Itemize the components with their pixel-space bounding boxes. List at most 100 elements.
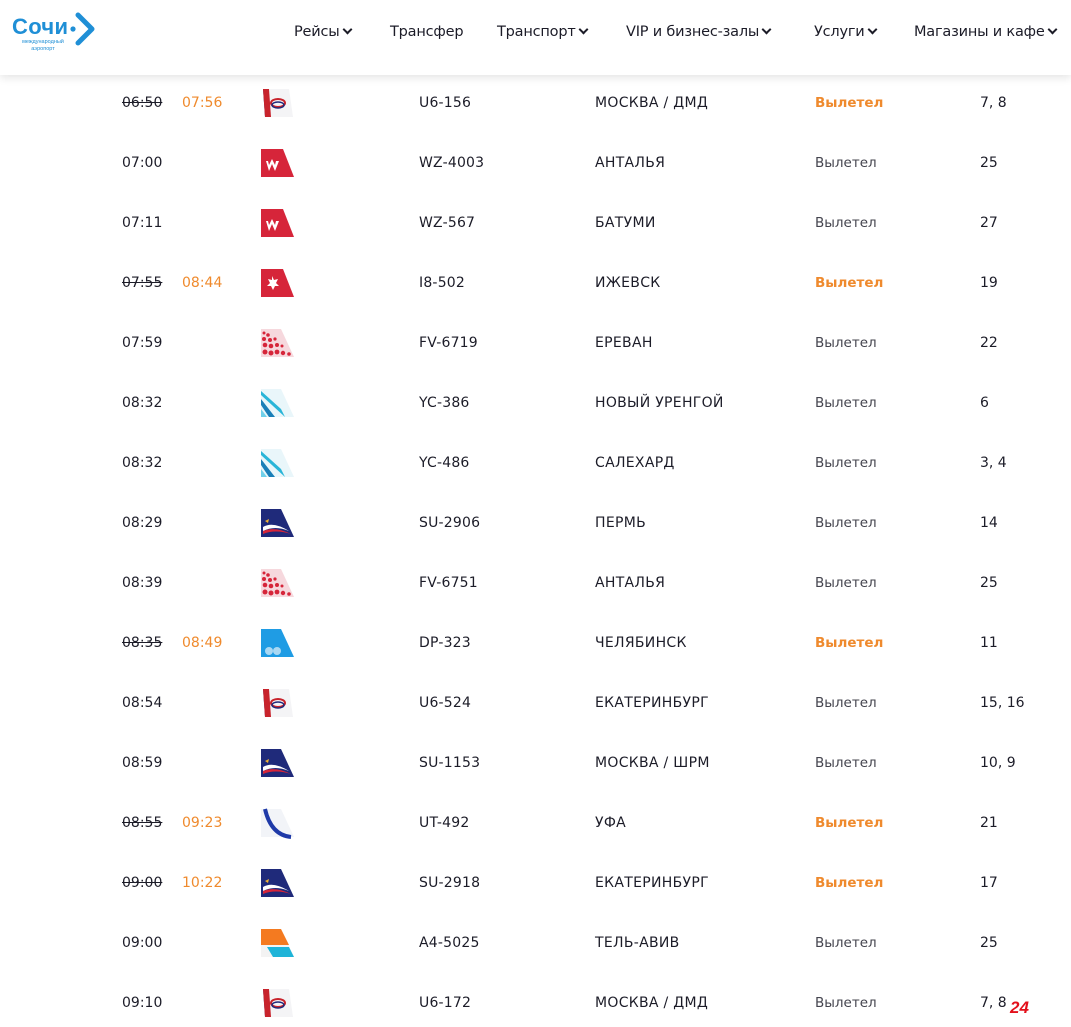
status-label: Вылетел xyxy=(815,695,877,711)
destination: АНТАЛЬЯ xyxy=(595,155,666,171)
flight-row[interactable]: 08:55 09:23 UT-492 УФА Вылетел 21 xyxy=(0,793,1071,853)
nav-item-0[interactable]: Рейсы xyxy=(294,24,352,40)
rossiya-tail-icon xyxy=(259,567,295,599)
flight-row[interactable]: 08:32 YC-486 САЛЕХАРД Вылетел 3, 4 xyxy=(0,433,1071,493)
status-label: Вылетел xyxy=(815,275,884,291)
gate-number: 21 xyxy=(980,815,998,831)
scheduled-time: 09:10 xyxy=(122,995,163,1011)
yamal-tail-icon xyxy=(259,447,295,479)
flight-row[interactable]: 08:54 U6-524 ЕКАТЕРИНБУРГ Вылетел 15, 16 xyxy=(0,673,1071,733)
status-label: Вылетел xyxy=(815,95,884,111)
flight-row[interactable]: 09:10 U6-172 МОСКВА / ДМД Вылетел 7, 8 xyxy=(0,973,1071,1027)
scheduled-time: 08:54 xyxy=(122,695,163,711)
azur-air-tail-icon xyxy=(259,927,295,959)
logo-wordmark: Сочи xyxy=(12,14,69,39)
yamal-tail-icon xyxy=(259,387,295,419)
status-label: Вылетел xyxy=(815,215,877,231)
flight-number: YC-386 xyxy=(419,395,470,411)
scheduled-time: 08:32 xyxy=(122,395,163,411)
scheduled-time: 09:00 xyxy=(122,875,163,891)
destination: МОСКВА / ДМД xyxy=(595,995,709,1011)
gate-number: 25 xyxy=(980,155,998,171)
status-label: Вылетел xyxy=(815,395,877,411)
status-label: Вылетел xyxy=(815,755,877,771)
gate-number: 7, 8 xyxy=(980,95,1007,111)
status-label: Вылетел xyxy=(815,455,877,471)
destination: МОСКВА / ДМД xyxy=(595,95,709,111)
nav-item-4[interactable]: Услуги xyxy=(814,24,877,40)
gate-number: 10, 9 xyxy=(980,755,1016,771)
flight-number: DP-323 xyxy=(419,635,471,651)
gate-number: 3, 4 xyxy=(980,455,1007,471)
watermark-logo: 24 xyxy=(1010,998,1029,1017)
flight-row[interactable]: 07:11 WZ-567 БАТУМИ Вылетел 27 xyxy=(0,193,1071,253)
scheduled-time: 07:00 xyxy=(122,155,163,171)
destination: ЕРЕВАН xyxy=(595,335,653,351)
nordwind-tail-icon xyxy=(259,207,295,239)
destination: ПЕРМЬ xyxy=(595,515,646,531)
nav-label: Услуги xyxy=(814,24,865,40)
flight-row[interactable]: 06:50 07:56 U6-156 МОСКВА / ДМД Вылетел 7, 8 xyxy=(0,73,1071,133)
flight-number: YC-486 xyxy=(419,455,470,471)
scheduled-time: 08:32 xyxy=(122,455,163,471)
flight-row[interactable]: 08:35 08:49 DP-323 ЧЕЛЯБИНСК Вылетел 11 xyxy=(0,613,1071,673)
nordwind-tail-icon xyxy=(259,147,295,179)
aeroflot-tail-icon xyxy=(259,507,295,539)
gate-number: 6 xyxy=(980,395,989,411)
status-label: Вылетел xyxy=(815,155,877,171)
nav-item-2[interactable]: Транспорт xyxy=(497,24,589,40)
scheduled-time: 07:55 xyxy=(122,275,163,291)
destination: ЕКАТЕРИНБУРГ xyxy=(595,875,709,891)
destination: АНТАЛЬЯ xyxy=(595,575,666,591)
flight-row[interactable]: 08:32 YC-386 НОВЫЙ УРЕНГОЙ Вылетел 6 xyxy=(0,373,1071,433)
actual-time: 08:44 xyxy=(182,275,223,291)
chevron-down-icon xyxy=(1047,24,1058,35)
site-header: Сочи международный аэропорт Рейсы Трансфе… xyxy=(0,0,1071,75)
gate-number: 11 xyxy=(980,635,998,651)
gate-number: 27 xyxy=(980,215,998,231)
actual-time: 10:22 xyxy=(182,875,223,891)
gate-number: 22 xyxy=(980,335,998,351)
flight-number: U6-156 xyxy=(419,95,472,111)
flight-number: A4-5025 xyxy=(419,935,480,951)
nav-item-5[interactable]: Магазины и кафе xyxy=(914,24,1058,40)
chevron-down-icon xyxy=(867,24,877,35)
gate-number: 17 xyxy=(980,875,998,891)
sochi-airport-logo[interactable]: Сочи международный аэропорт xyxy=(12,12,102,58)
status-label: Вылетел xyxy=(815,335,877,351)
flight-row[interactable]: 07:55 08:44 I8-502 ИЖЕВСК Вылетел 19 xyxy=(0,253,1071,313)
scheduled-time: 08:55 xyxy=(122,815,163,831)
flight-row[interactable]: 08:59 SU-1153 МОСКВА / ШРМ Вылетел 10, 9 xyxy=(0,733,1071,793)
gate-number: 14 xyxy=(980,515,998,531)
flight-row[interactable]: 08:29 SU-2906 ПЕРМЬ Вылетел 14 xyxy=(0,493,1071,553)
flight-row[interactable]: 07:00 WZ-4003 АНТАЛЬЯ Вылетел 25 xyxy=(0,133,1071,193)
ural-airlines-tail-icon xyxy=(259,687,295,719)
flight-number: FV-6719 xyxy=(419,335,478,351)
destination: САЛЕХАРД xyxy=(595,455,675,471)
flight-row[interactable]: 09:00 10:22 SU-2918 ЕКАТЕРИНБУРГ Вылетел 17 xyxy=(0,853,1071,913)
flight-number: WZ-4003 xyxy=(419,155,485,171)
gate-number: 19 xyxy=(980,275,998,291)
flight-row[interactable]: 08:39 FV-6751 АНТАЛЬЯ Вылетел 25 xyxy=(0,553,1071,613)
nav-item-1[interactable]: Трансфер xyxy=(390,24,464,40)
chevron-down-icon xyxy=(342,24,352,35)
ural-airlines-tail-icon xyxy=(259,987,295,1019)
status-label: Вылетел xyxy=(815,875,884,891)
nav-label: VIP и бизнес-залы xyxy=(626,24,760,40)
flight-number: UT-492 xyxy=(419,815,470,831)
aeroflot-tail-icon xyxy=(259,747,295,779)
actual-time: 08:49 xyxy=(182,635,223,651)
flight-row[interactable]: 09:00 A4-5025 ТЕЛЬ-АВИВ Вылетел 25 xyxy=(0,913,1071,973)
nav-label: Рейсы xyxy=(294,24,340,40)
destination: ТЕЛЬ-АВИВ xyxy=(595,935,680,951)
destination: УФА xyxy=(595,815,627,831)
destination: МОСКВА / ШРМ xyxy=(595,755,710,771)
nav-label: Транспорт xyxy=(497,24,576,40)
scheduled-time: 09:00 xyxy=(122,935,163,951)
scheduled-time: 07:59 xyxy=(122,335,163,351)
gate-number: 7, 8 xyxy=(980,995,1007,1011)
flight-number: U6-172 xyxy=(419,995,472,1011)
flight-row[interactable]: 07:59 FV-6719 ЕРЕВАН Вылетел 22 xyxy=(0,313,1071,373)
scheduled-time: 08:35 xyxy=(122,635,163,651)
nav-item-3[interactable]: VIP и бизнес-залы xyxy=(626,24,772,40)
